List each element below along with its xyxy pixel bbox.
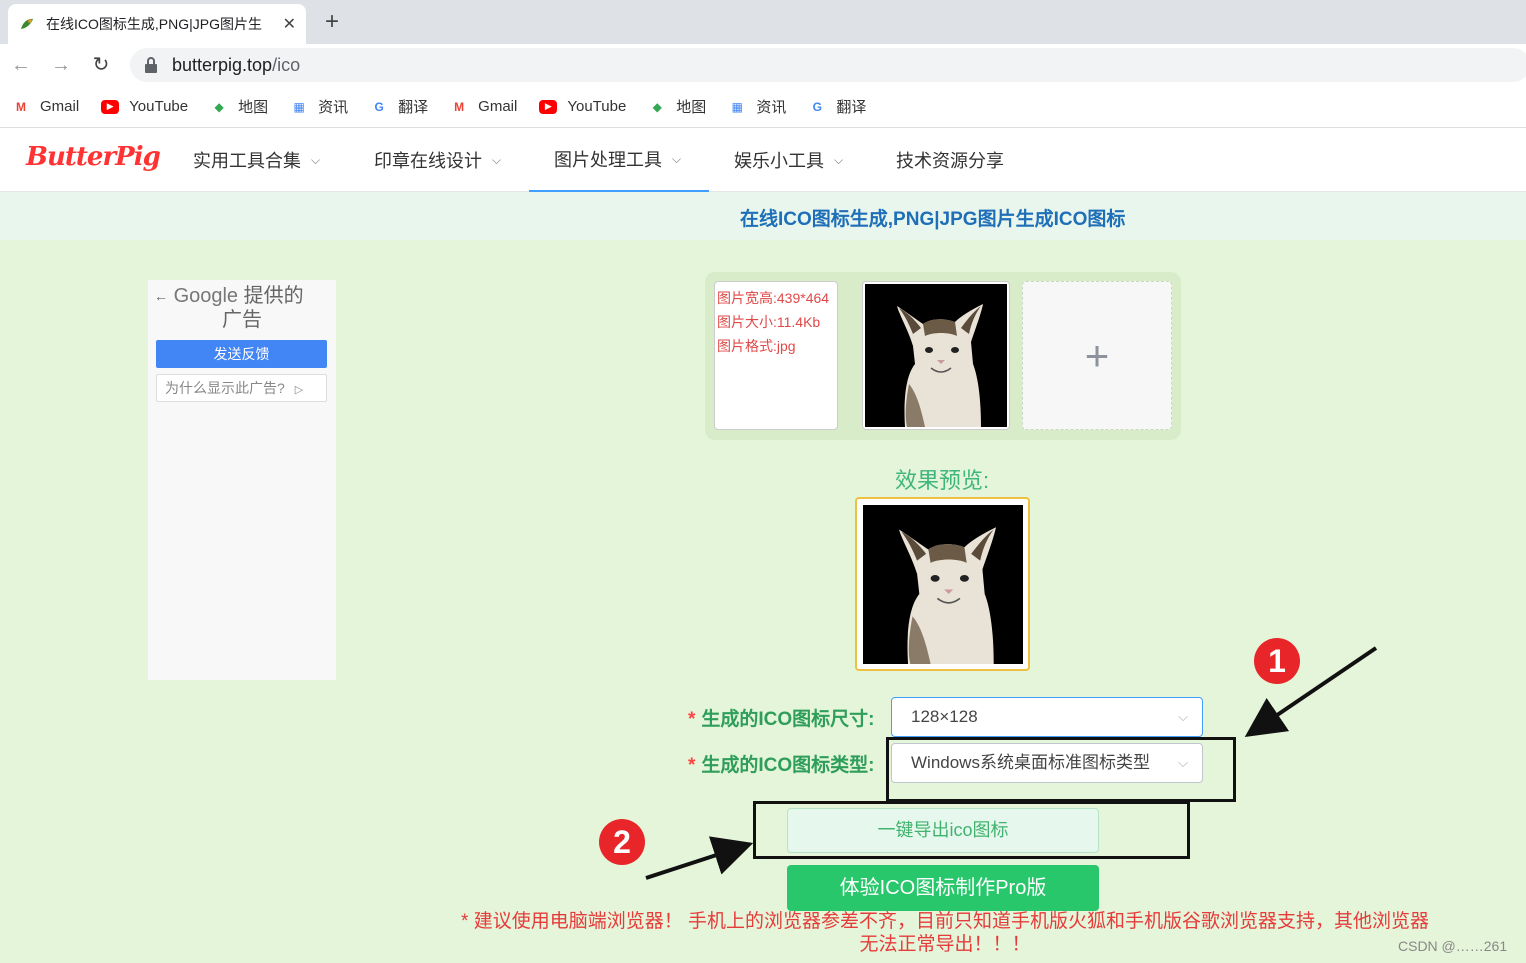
browser-warning: * 建议使用电脑端浏览器！ 手机上的浏览器参差不齐，目前只知道手机版火狐和手机版…	[461, 911, 1429, 955]
close-tab-icon[interactable]: ✕	[283, 14, 296, 34]
google-ad: ← Google 提供的 广告 发送反馈 为什么显示此广告? ▷	[148, 280, 336, 680]
menu-seal[interactable]: 印章在线设计 ⌵	[374, 128, 501, 192]
forward-icon[interactable]: →	[48, 52, 74, 78]
bookmark-label: 地图	[676, 99, 707, 116]
bookmark-label: YouTube	[567, 98, 627, 115]
chevron-down-icon: ⌵	[492, 152, 502, 167]
browser-toolbar: ← → ↻ butterpig.top/ico	[0, 44, 1526, 86]
image-dimensions: 图片宽高:439*464	[717, 290, 830, 306]
ico-size-label: * 生成的ICO图标尺寸:	[688, 709, 875, 730]
image-filesize: 图片大小:11.4Kb	[717, 314, 821, 330]
ico-size-select[interactable]: 128×128 ⌵	[891, 697, 1203, 737]
bookmark-label: Gmail	[40, 98, 80, 115]
image-format: 图片格式:jpg	[717, 338, 796, 354]
bookmark-label: 资讯	[318, 99, 349, 116]
bookmark-label: 地图	[238, 99, 269, 116]
add-image-icon[interactable]: +	[1022, 281, 1172, 430]
bookmarks-bar: M Gmail ▶ YouTube ◆ 地图 ▦ 资讯 G 翻译 M Gmail ▶ YouTube ◆ 地图…	[0, 86, 1526, 128]
adchoices-icon: ▷	[294, 384, 304, 396]
reload-icon[interactable]: ↻	[88, 52, 114, 78]
gmail-icon: M	[454, 99, 465, 114]
bookmark-item[interactable]: ▶ YouTube	[539, 98, 626, 115]
page-heading-bar: 在线ICO图标生成,PNG|JPG图片生成ICO图标	[0, 192, 1526, 240]
lock-icon	[144, 57, 158, 73]
translate-icon: G	[812, 99, 822, 114]
news-icon: ▦	[293, 99, 305, 114]
site-logo[interactable]: ButterPig	[26, 142, 161, 172]
browser-tab[interactable]: 在线ICO图标生成,PNG|JPG图片生 ✕	[8, 4, 306, 44]
preview-label: 效果预览:	[895, 468, 990, 493]
translate-icon: G	[374, 99, 384, 114]
ico-type-label: * 生成的ICO图标类型:	[688, 755, 875, 776]
maps-icon: ◆	[652, 99, 662, 114]
annotation-box-1	[886, 737, 1236, 802]
tab-strip: 在线ICO图标生成,PNG|JPG图片生 ✕ +	[0, 0, 1526, 44]
page-title: 在线ICO图标生成,PNG|JPG图片生成ICO图标	[740, 209, 1126, 230]
image-info-card: 图片宽高:439*464 图片大小:11.4Kb 图片格式:jpg	[714, 281, 838, 430]
arrow-to-export-button	[645, 836, 754, 880]
address-bar[interactable]: butterpig.top/ico	[130, 48, 1526, 82]
chevron-down-icon: ⌵	[672, 151, 682, 166]
bookmark-label: 资讯	[756, 99, 787, 116]
maps-icon: ◆	[214, 99, 224, 114]
back-arrow-icon[interactable]: ←	[154, 288, 168, 304]
favicon-icon	[18, 15, 36, 33]
chevron-down-icon: ⌵	[311, 152, 321, 167]
gmail-icon: M	[16, 99, 26, 114]
preview-frame	[855, 497, 1030, 671]
bookmark-item[interactable]: ◆ 地图	[210, 96, 269, 117]
annotation-marker-1: 1	[1254, 638, 1300, 684]
try-pro-button[interactable]: 体验ICO图标制作Pro版	[787, 865, 1099, 911]
bookmark-item[interactable]: ▦ 资讯	[728, 96, 787, 117]
new-tab-icon[interactable]: +	[318, 8, 346, 36]
uploaded-image-thumb[interactable]	[862, 281, 1010, 430]
bookmark-item[interactable]: G 翻译	[370, 96, 428, 117]
tab-title: 在线ICO图标生成,PNG|JPG图片生	[46, 16, 262, 32]
annotation-box-2	[753, 801, 1190, 859]
ad-header[interactable]: ← Google 提供的 广告	[154, 284, 324, 332]
bookmark-item[interactable]: G 翻译	[808, 96, 867, 117]
menu-image-tools[interactable]: 图片处理工具 ⌵	[529, 128, 709, 192]
bookmark-label: Gmail	[478, 98, 518, 115]
chevron-down-icon: ⌵	[1178, 709, 1188, 724]
bookmark-item[interactable]: ◆ 地图	[648, 96, 707, 117]
menu-tech[interactable]: 技术资源分享	[896, 128, 1004, 192]
chevron-down-icon: ⌵	[834, 152, 844, 167]
bookmark-item[interactable]: M Gmail	[12, 98, 79, 116]
bookmark-item[interactable]: M Gmail	[450, 98, 517, 116]
back-icon[interactable]: ←	[8, 52, 34, 78]
cat-image	[865, 284, 1007, 427]
bookmark-item[interactable]: ▦ 资讯	[290, 96, 348, 117]
menu-tools[interactable]: 实用工具合集 ⌵	[193, 128, 320, 192]
menu-fun[interactable]: 娱乐小工具 ⌵	[734, 128, 843, 192]
csdn-watermark: CSDN @……261	[1398, 938, 1508, 954]
youtube-icon: ▶	[101, 99, 120, 114]
preview-cat-image	[863, 505, 1023, 664]
annotation-marker-2: 2	[599, 819, 645, 865]
bookmark-label: 翻译	[398, 99, 429, 116]
youtube-icon: ▶	[539, 99, 558, 114]
send-feedback-button[interactable]: 发送反馈	[156, 340, 327, 368]
url-text: butterpig.top/ico	[172, 54, 301, 75]
news-icon: ▦	[731, 99, 743, 114]
why-this-ad-button[interactable]: 为什么显示此广告? ▷	[156, 374, 327, 402]
bookmark-item[interactable]: ▶ YouTube	[101, 98, 188, 115]
site-header: ButterPig 实用工具合集 ⌵ 印章在线设计 ⌵ 图片处理工具 ⌵ 娱乐小工具 ⌵…	[0, 128, 1526, 192]
bookmark-label: YouTube	[129, 98, 189, 115]
bookmark-label: 翻译	[836, 99, 867, 116]
